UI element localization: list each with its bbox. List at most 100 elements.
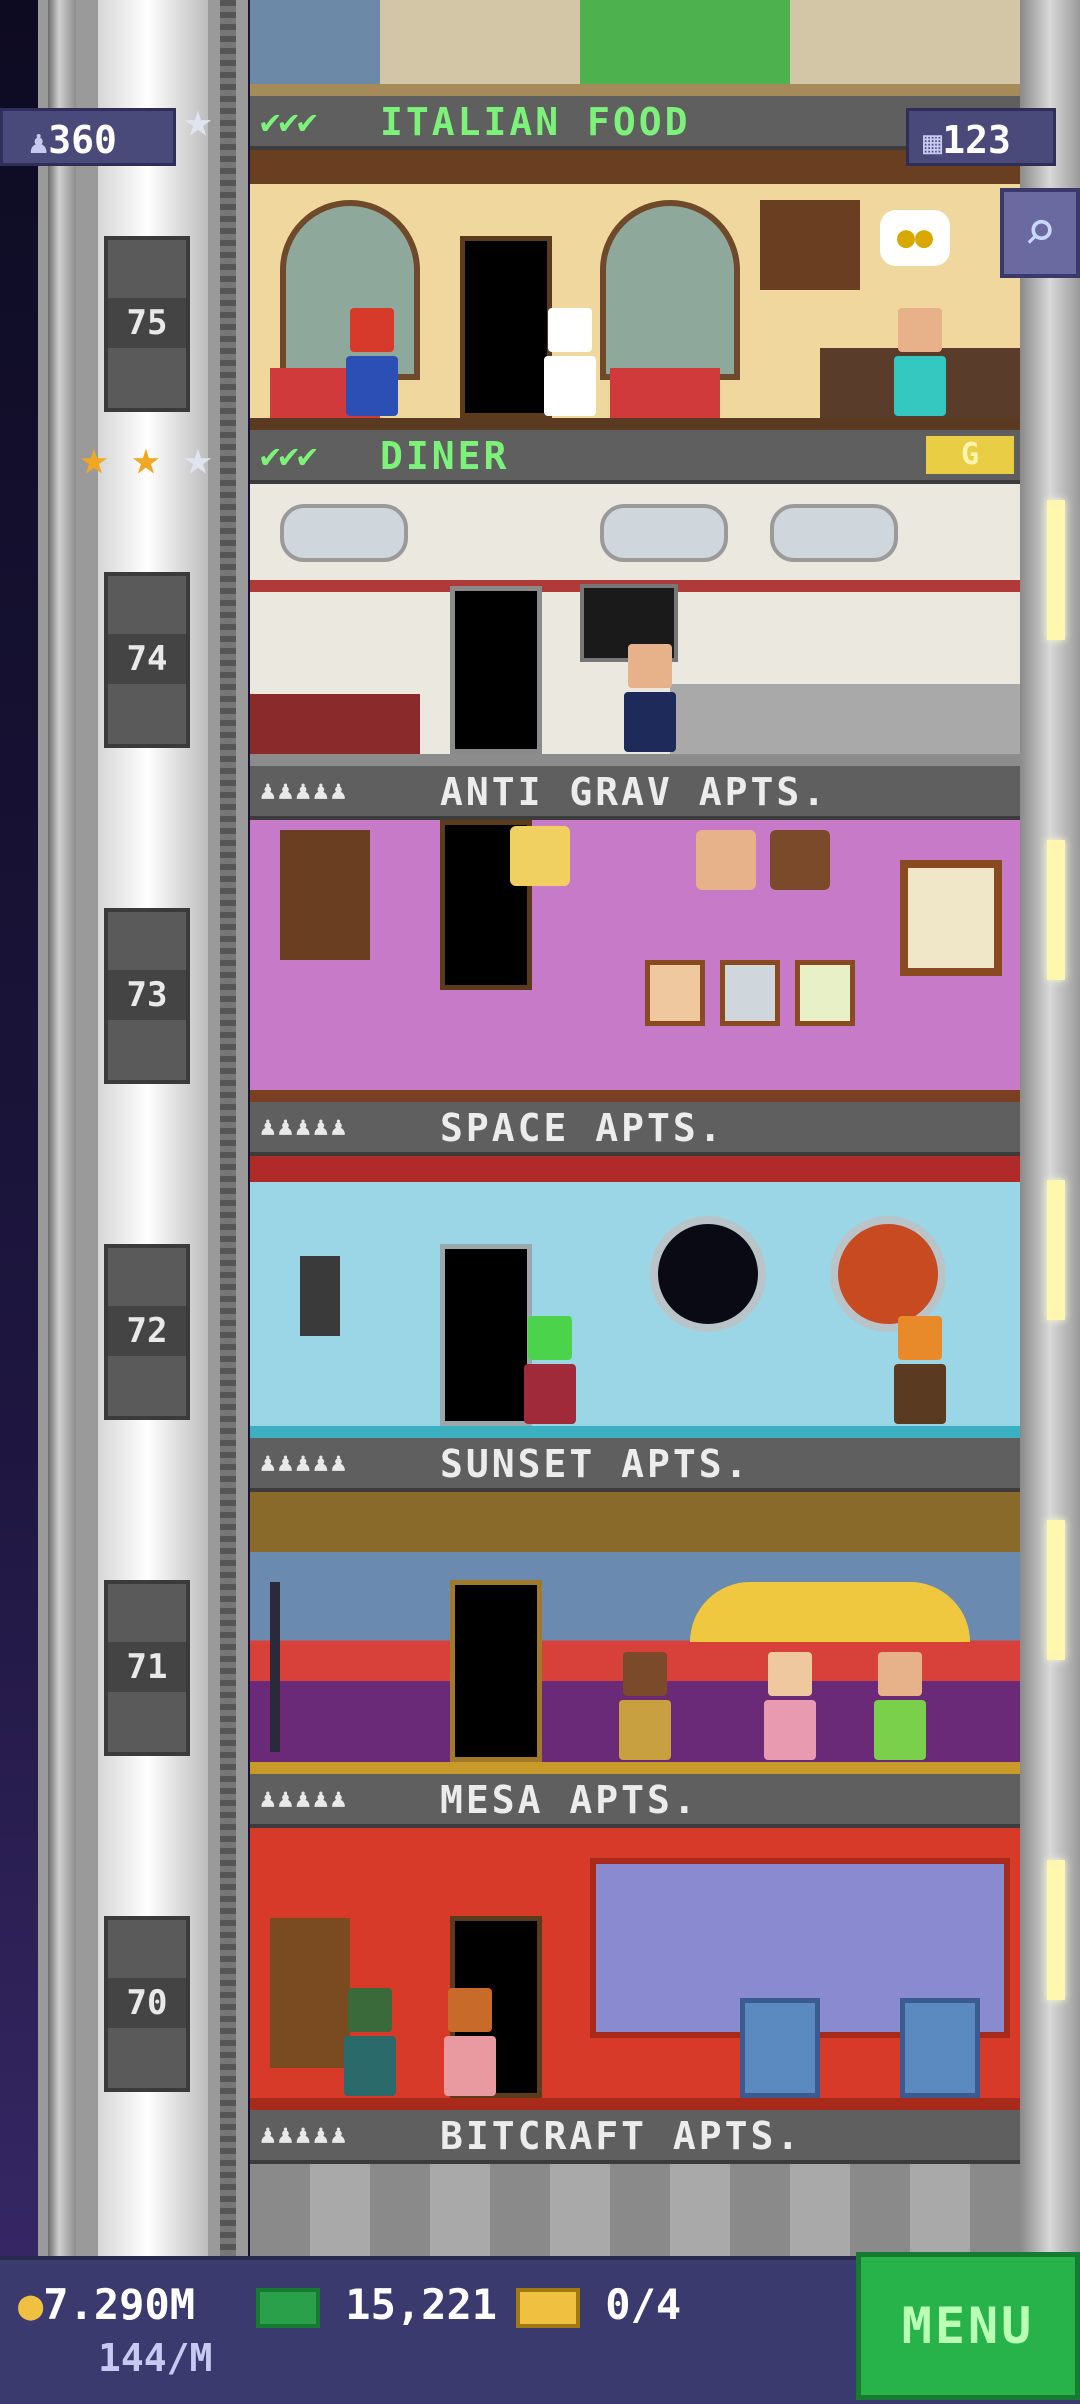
elevator-door[interactable] bbox=[450, 1580, 542, 1762]
room-interior bbox=[250, 820, 1020, 1090]
resident[interactable] bbox=[340, 1988, 400, 2098]
porthole bbox=[650, 1216, 766, 1332]
resident[interactable] bbox=[760, 1652, 820, 1762]
menu-button[interactable]: MENU bbox=[856, 2252, 1080, 2400]
floor-count-counter[interactable]: ▦123 bbox=[906, 108, 1056, 166]
porthole bbox=[830, 1216, 946, 1332]
room-interior bbox=[250, 1156, 1020, 1426]
floor-number-74: 74 bbox=[104, 572, 190, 748]
person-icon: ♟ bbox=[29, 123, 49, 161]
chef-worker[interactable] bbox=[540, 308, 600, 418]
upside-down-resident[interactable] bbox=[770, 830, 830, 890]
floor-number-label: 70 bbox=[108, 1978, 186, 2028]
population-value: 360 bbox=[48, 118, 117, 162]
floor-banner: ♟♟♟♟♟ MESA APTS. bbox=[250, 1774, 1020, 1828]
room-window bbox=[250, 0, 380, 86]
floor-mesa-apts[interactable]: ♟♟♟♟♟ MESA APTS. bbox=[250, 1774, 1020, 2110]
cash-icon bbox=[256, 2287, 320, 2328]
elevator-door[interactable] bbox=[450, 586, 542, 754]
arched-window bbox=[600, 200, 740, 380]
floor-base bbox=[250, 84, 1020, 96]
bookshelf bbox=[280, 830, 370, 960]
check-icon: ✔✔✔ bbox=[260, 102, 317, 142]
lamp bbox=[1047, 500, 1065, 640]
floor-diner[interactable]: ✔✔✔ DINER G bbox=[250, 430, 1020, 766]
picture-frame bbox=[720, 960, 780, 1026]
floor-banner: ♟♟♟♟♟ SPACE APTS. bbox=[250, 1102, 1020, 1156]
oval-window bbox=[770, 504, 898, 562]
floor-sunset-apts[interactable]: ♟♟♟♟♟ SUNSET APTS. bbox=[250, 1438, 1020, 1774]
bux-counter[interactable]: 15,221 bbox=[256, 2280, 497, 2329]
floor-number-72: 72 bbox=[104, 1244, 190, 1420]
worker[interactable] bbox=[620, 644, 680, 754]
elevator-door[interactable] bbox=[460, 236, 552, 418]
resident-icons: ♟♟♟♟♟ bbox=[260, 1112, 349, 1142]
upside-down-resident[interactable] bbox=[696, 830, 756, 890]
floor-number-73: 73 bbox=[104, 908, 190, 1084]
floor-base bbox=[250, 1762, 1020, 1774]
floor-name: DINER bbox=[380, 434, 510, 478]
floor-banner: ♟♟♟♟♟ ANTI GRAV APTS. bbox=[250, 766, 1020, 820]
silver-star-icon: ★ bbox=[183, 430, 213, 486]
ticket-icon bbox=[516, 2287, 580, 2328]
floor-banner: ✔✔✔ DINER G bbox=[250, 430, 1020, 484]
check-icon: ✔✔✔ bbox=[260, 436, 317, 476]
population-counter[interactable]: ♟360 bbox=[0, 108, 176, 166]
resident-icons: ♟♟♟♟♟ bbox=[260, 2120, 349, 2150]
floor-number-label: 71 bbox=[108, 1642, 186, 1692]
floor-name: ANTI GRAV APTS. bbox=[440, 770, 829, 814]
upside-down-resident[interactable] bbox=[500, 830, 560, 890]
coin-value: 7.290M bbox=[43, 2280, 196, 2329]
floor-base bbox=[250, 1090, 1020, 1102]
floor-base bbox=[250, 754, 1020, 766]
floor-italian-food[interactable]: ✔✔✔ ITALIAN FOOD ●● bbox=[250, 96, 1020, 430]
lamp bbox=[1047, 1520, 1065, 1660]
coin-counter[interactable]: ●7.290M bbox=[18, 2280, 195, 2329]
ceiling-pipe bbox=[250, 1156, 1020, 1182]
window bbox=[900, 860, 1002, 976]
floor-name: MESA APTS. bbox=[440, 1778, 699, 1822]
floor-base bbox=[250, 2098, 1020, 2110]
diner-counter bbox=[670, 684, 1020, 754]
coin-icon: ● bbox=[18, 2280, 44, 2329]
resident[interactable] bbox=[440, 1988, 500, 2098]
bookshelf bbox=[270, 1918, 350, 2068]
lamp bbox=[1047, 1180, 1065, 1320]
floor-space-apts[interactable]: ♟♟♟♟♟ SPACE APTS. bbox=[250, 1102, 1020, 1438]
armchair bbox=[740, 1998, 820, 2098]
gold-star-icon: ★ bbox=[131, 430, 161, 486]
control-panel bbox=[300, 1256, 340, 1336]
resident[interactable] bbox=[615, 1652, 675, 1762]
mario-visitor[interactable] bbox=[342, 308, 402, 418]
floor-number-label: 73 bbox=[108, 970, 186, 1020]
room-interior bbox=[250, 1492, 1020, 1762]
lamp bbox=[1047, 840, 1065, 980]
resident[interactable] bbox=[520, 1316, 580, 1426]
floor-count-value: 123 bbox=[942, 118, 1011, 162]
floor-partial-top[interactable] bbox=[250, 0, 1020, 96]
building-icon: ▦ bbox=[923, 123, 943, 161]
booth bbox=[250, 694, 420, 754]
floor-anti-grav-apts[interactable]: ♟♟♟♟♟ ANTI GRAV APTS. bbox=[250, 766, 1020, 1102]
coin-bubble[interactable]: ●● bbox=[880, 210, 950, 266]
coin-rate: 144/M bbox=[98, 2336, 213, 2380]
elevator-rail bbox=[48, 0, 76, 2260]
resident-icons: ♟♟♟♟♟ bbox=[260, 1448, 349, 1478]
bux-value: 15,221 bbox=[345, 2280, 498, 2329]
floor-number-71: 71 bbox=[104, 1580, 190, 1756]
floor-bitcraft-apts[interactable]: ♟♟♟♟♟ BITCRAFT APTS. bbox=[250, 2110, 1020, 2256]
resident-icons: ♟♟♟♟♟ bbox=[260, 776, 349, 806]
wine-rack bbox=[760, 200, 860, 290]
worker[interactable] bbox=[890, 308, 950, 418]
magnifier-icon[interactable]: ⌕ bbox=[1000, 188, 1080, 278]
picture-frame bbox=[645, 960, 705, 1026]
resident[interactable] bbox=[870, 1652, 930, 1762]
ticket-counter[interactable]: 0/4 bbox=[516, 2280, 681, 2329]
room-interior: ●● bbox=[250, 150, 1020, 418]
grape-vine-decor bbox=[250, 150, 1020, 184]
floor-name: SPACE APTS. bbox=[440, 1106, 725, 1150]
elevator-cable bbox=[220, 0, 236, 2260]
resident[interactable] bbox=[890, 1316, 950, 1426]
elevator-door[interactable] bbox=[440, 1244, 532, 1426]
oval-window bbox=[280, 504, 408, 562]
